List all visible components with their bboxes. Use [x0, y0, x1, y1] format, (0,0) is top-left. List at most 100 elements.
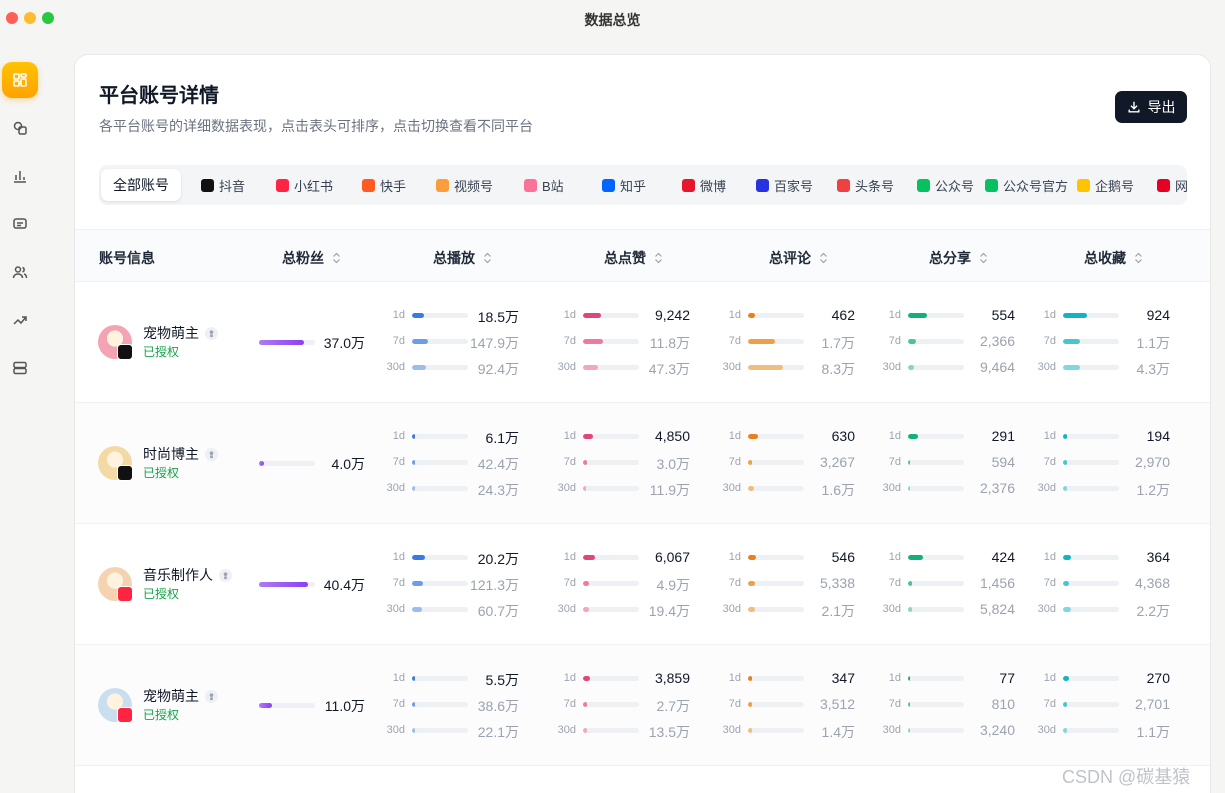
- table-row[interactable]: 时尚博主 已授权 4.0万 1d 6.1万 7d 42.4万 30d 24.3万 1d 4,850 7…: [75, 403, 1210, 524]
- tab-platform[interactable]: 公众号: [917, 169, 974, 201]
- period-label: 30d: [1037, 724, 1056, 736]
- sidebar-item-users[interactable]: [2, 254, 38, 290]
- message-icon: [13, 218, 27, 229]
- period-label: 30d: [386, 603, 405, 615]
- period-label: 1d: [392, 309, 405, 321]
- plays-metric: 30d 22.1万: [379, 723, 529, 740]
- metric-value: 5.5万: [485, 672, 519, 688]
- likes-metric: 7d 3.0万: [550, 455, 700, 472]
- header-plays[interactable]: 总播放: [433, 248, 492, 268]
- tab-platform[interactable]: 微博: [682, 169, 726, 201]
- metric-bar-fill: [1063, 555, 1072, 560]
- sidebar-item-accounts[interactable]: [2, 110, 38, 146]
- comments-metric: 1d 630: [715, 428, 865, 445]
- metric-bar-fill: [908, 676, 911, 681]
- shares-metric: 1d 77: [875, 670, 1025, 687]
- tab-label: 百家号: [774, 178, 814, 194]
- period-label: 1d: [1043, 551, 1056, 563]
- platform-logo-icon: [436, 178, 449, 192]
- platform-logo-icon: [362, 178, 375, 192]
- period-label: 1d: [728, 551, 741, 563]
- tab-platform[interactable]: 头条号: [837, 169, 894, 201]
- platform-logo-icon: [602, 178, 615, 192]
- layers-icon: [13, 121, 27, 135]
- metric-bar-fill: [748, 460, 753, 465]
- metric-value: 2,376: [979, 480, 1015, 496]
- likes-metric: 30d 11.9万: [550, 481, 700, 498]
- table-row[interactable]: 音乐制作人 已授权 40.4万 1d 20.2万 7d 121.3万 30d 60.7万 1d 6,…: [75, 524, 1210, 645]
- metric-value: 121.3万: [469, 577, 519, 593]
- period-label: 7d: [1043, 456, 1056, 468]
- account-name-text: 宠物萌主: [143, 688, 199, 704]
- metric-bar-fill: [583, 339, 603, 344]
- storage-icon: [13, 361, 27, 375]
- table-row[interactable]: 宠物萌主 已授权 37.0万 1d 18.5万 7d 147.9万 30d 92.4万 1d 9,2…: [75, 282, 1210, 403]
- likes-metric: 30d 13.5万: [550, 723, 700, 740]
- platform-logo-icon: [276, 178, 289, 192]
- tab-platform[interactable]: 快手: [362, 169, 406, 201]
- metric-bar-fill: [748, 365, 783, 370]
- export-button[interactable]: 导出: [1115, 91, 1187, 123]
- sidebar-item-storage[interactable]: [2, 350, 38, 386]
- metric-value: 810: [991, 696, 1015, 712]
- period-label: 7d: [1043, 577, 1056, 589]
- sidebar-item-dashboard[interactable]: [2, 62, 38, 98]
- header-fans[interactable]: 总粉丝: [282, 248, 341, 268]
- table-row[interactable]: 宠物萌主 已授权 11.0万 1d 5.5万 7d 38.6万 30d 22.1万 1d 3,859…: [75, 645, 1210, 766]
- tab-platform[interactable]: 公众号官方: [985, 169, 1068, 201]
- header-shares[interactable]: 总分享: [929, 248, 988, 268]
- fans-bar-fill: [259, 582, 309, 587]
- tab-platform[interactable]: 网: [1157, 169, 1187, 201]
- platform-badge-icon: [117, 344, 133, 360]
- tab-platform[interactable]: 抖音: [201, 169, 245, 201]
- metric-bar-fill: [1063, 581, 1070, 586]
- period-label: 30d: [722, 482, 741, 494]
- tab-platform[interactable]: 企鹅号: [1077, 169, 1134, 201]
- period-label: 7d: [728, 456, 741, 468]
- metric-value: 1.6万: [821, 482, 855, 498]
- fans-bar-fill: [259, 340, 304, 345]
- grid-icon: [13, 73, 27, 87]
- tab-label: 视频号: [454, 178, 494, 194]
- metric-value: 424: [991, 549, 1015, 565]
- shares-metric: 30d 3,240: [875, 722, 1025, 739]
- header-likes[interactable]: 总点赞: [604, 248, 663, 268]
- plays-metric: 1d 6.1万: [379, 429, 529, 446]
- metric-bar-fill: [412, 460, 416, 465]
- metric-bar-fill: [908, 607, 912, 612]
- metric-value: 2,366: [979, 333, 1015, 349]
- platform-badge-icon: [117, 465, 133, 481]
- platform-logo-icon: [682, 178, 695, 192]
- tab-platform[interactable]: 知乎: [602, 169, 646, 201]
- tab-platform[interactable]: 视频号: [436, 169, 493, 201]
- period-label: 7d: [1043, 335, 1056, 347]
- sidebar-item-analytics[interactable]: [2, 158, 38, 194]
- tab-platform[interactable]: 全部账号: [101, 169, 181, 201]
- sidebar-item-messages[interactable]: [2, 206, 38, 242]
- metric-bar-fill: [583, 555, 596, 560]
- period-label: 30d: [386, 361, 405, 373]
- shares-metric: 30d 2,376: [875, 480, 1025, 497]
- header-comments[interactable]: 总评论: [769, 248, 828, 268]
- sort-icon: [484, 252, 491, 264]
- tab-label: 抖音: [219, 178, 246, 194]
- tab-platform[interactable]: 小红书: [276, 169, 333, 201]
- account-name-text: 时尚博主: [143, 446, 199, 462]
- metric-value: 630: [831, 428, 855, 444]
- sidebar-item-trends[interactable]: [2, 302, 38, 338]
- metric-bar-fill: [748, 486, 754, 491]
- metric-bar-fill: [412, 676, 415, 681]
- period-label: 7d: [888, 456, 901, 468]
- fans-value: 4.0万: [331, 456, 365, 472]
- metric-value: 4,368: [1134, 575, 1170, 591]
- tab-platform[interactable]: B站: [524, 169, 564, 201]
- header-favorites[interactable]: 总收藏: [1084, 248, 1143, 268]
- shares-metric: 30d 9,464: [875, 359, 1025, 376]
- period-label: 30d: [1037, 603, 1056, 615]
- metric-value: 594: [991, 454, 1015, 470]
- likes-metric: 30d 47.3万: [550, 360, 700, 377]
- period-label: 1d: [563, 672, 576, 684]
- favorites-metric: 30d 4.3万: [1030, 360, 1180, 377]
- auth-status: 已授权: [143, 345, 180, 359]
- tab-platform[interactable]: 百家号: [756, 169, 813, 201]
